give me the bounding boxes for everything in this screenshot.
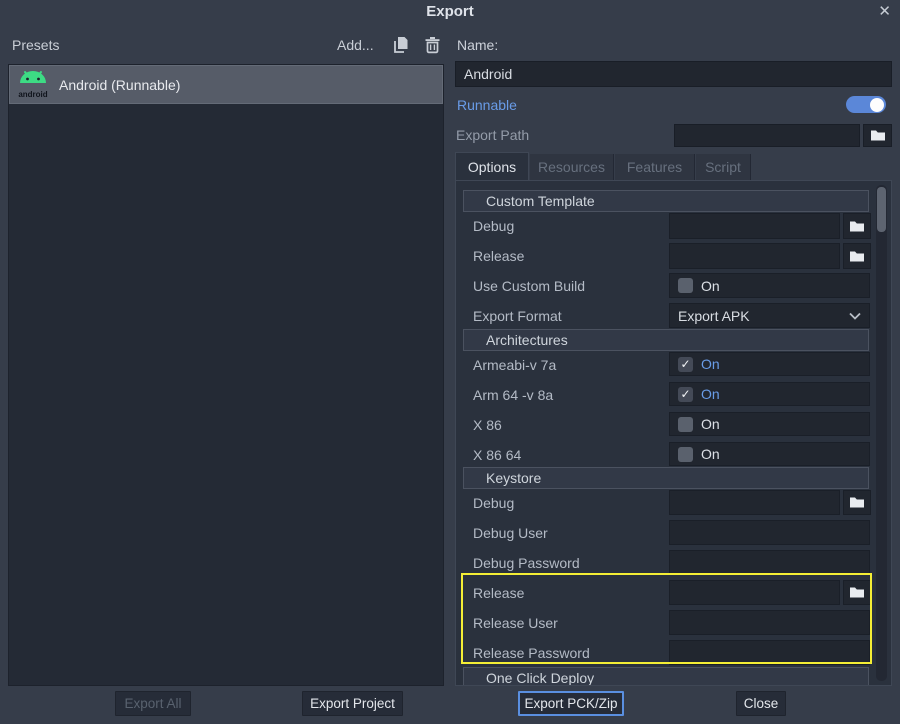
duplicate-preset-icon[interactable] — [392, 36, 409, 54]
debug-template-folder-button[interactable] — [843, 213, 871, 239]
row-label-armeabi-v7a: Armeabi-v 7a — [473, 353, 556, 377]
delete-preset-icon[interactable] — [424, 36, 441, 54]
runnable-toggle[interactable] — [846, 96, 886, 113]
close-icon[interactable]: ✕ — [878, 3, 891, 21]
debug-template-field[interactable] — [669, 213, 840, 239]
row-label-keystore-release: Release — [473, 581, 524, 605]
export-format-value: Export APK — [678, 308, 849, 324]
name-input[interactable] — [455, 61, 892, 87]
keystore-debug-folder-button[interactable] — [843, 490, 871, 515]
armeabi-v7a-cell: ✓ On — [669, 352, 870, 376]
chevron-down-icon — [849, 312, 861, 320]
section-custom-template: Custom Template — [463, 190, 869, 212]
arm64-v8a-on-label: On — [701, 386, 720, 402]
export-pck-zip-button[interactable]: Export PCK/Zip — [518, 691, 624, 716]
section-architectures: Architectures — [463, 329, 869, 351]
use-custom-build-cell: On — [669, 273, 870, 298]
toggle-knob — [870, 98, 884, 112]
arm64-v8a-checkbox[interactable]: ✓ — [678, 387, 693, 402]
row-label-release-user: Release User — [473, 611, 558, 635]
section-one-click-deploy: One Click Deploy — [463, 667, 869, 686]
android-icon: android — [15, 66, 51, 103]
export-dialog: Export ✕ Presets Add... android — [0, 0, 900, 724]
armeabi-v7a-checkbox[interactable]: ✓ — [678, 357, 693, 372]
use-custom-build-on-label: On — [701, 278, 720, 294]
keystore-release-field[interactable] — [669, 580, 840, 605]
x86-64-cell: On — [669, 442, 870, 466]
release-template-folder-button[interactable] — [843, 243, 871, 269]
debug-password-field[interactable] — [669, 550, 870, 575]
row-label-export-format: Export Format — [473, 304, 562, 328]
arm64-v8a-cell: ✓ On — [669, 382, 870, 406]
keystore-debug-field[interactable] — [669, 490, 840, 515]
tab-features[interactable]: Features — [615, 154, 695, 180]
preset-item-android[interactable]: android Android (Runnable) — [9, 65, 443, 104]
row-label-keystore-debug: Debug — [473, 491, 514, 515]
export-path-label: Export Path — [456, 127, 529, 143]
x86-checkbox[interactable] — [678, 417, 693, 432]
x86-on-label: On — [701, 416, 720, 432]
row-label-x86-64: X 86 64 — [473, 443, 521, 467]
row-label-debug-password: Debug Password — [473, 551, 580, 575]
export-format-dropdown[interactable]: Export APK — [669, 303, 870, 328]
row-label-use-custom-build: Use Custom Build — [473, 274, 585, 298]
options-panel: Custom Template Debug Release Use Custom… — [455, 180, 892, 686]
tab-script[interactable]: Script — [696, 154, 751, 180]
add-preset-button[interactable]: Add... — [337, 37, 374, 53]
close-button[interactable]: Close — [736, 691, 786, 716]
options-scrollbar[interactable] — [876, 185, 887, 681]
use-custom-build-checkbox[interactable] — [678, 278, 693, 293]
release-user-field[interactable] — [669, 610, 870, 635]
scrollbar-thumb[interactable] — [877, 187, 886, 232]
row-label-x86: X 86 — [473, 413, 502, 437]
x86-64-on-label: On — [701, 446, 720, 462]
armeabi-v7a-on-label: On — [701, 356, 720, 372]
row-label-release-template: Release — [473, 244, 524, 268]
runnable-label: Runnable — [457, 97, 517, 113]
row-label-debug-template: Debug — [473, 214, 514, 238]
svg-text:android: android — [18, 90, 47, 99]
x86-cell: On — [669, 412, 870, 436]
tab-options[interactable]: Options — [455, 152, 529, 180]
section-keystore: Keystore — [463, 467, 869, 489]
presets-label: Presets — [12, 37, 59, 53]
export-project-button[interactable]: Export Project — [302, 691, 403, 716]
x86-64-checkbox[interactable] — [678, 447, 693, 462]
debug-user-field[interactable] — [669, 520, 870, 545]
row-label-release-password: Release Password — [473, 641, 590, 665]
export-path-folder-button[interactable] — [863, 124, 892, 147]
release-template-field[interactable] — [669, 243, 840, 269]
dialog-title: Export — [0, 3, 900, 20]
row-label-arm64-v8a: Arm 64 -v 8a — [473, 383, 553, 407]
release-password-field[interactable] — [669, 640, 870, 665]
tab-resources[interactable]: Resources — [530, 154, 614, 180]
export-all-button[interactable]: Export All — [115, 691, 191, 716]
export-path-input[interactable] — [674, 124, 860, 147]
preset-list: android Android (Runnable) — [8, 64, 444, 686]
row-label-debug-user: Debug User — [473, 521, 548, 545]
name-label: Name: — [457, 37, 498, 53]
keystore-release-folder-button[interactable] — [843, 580, 871, 605]
preset-item-label: Android (Runnable) — [59, 77, 180, 93]
